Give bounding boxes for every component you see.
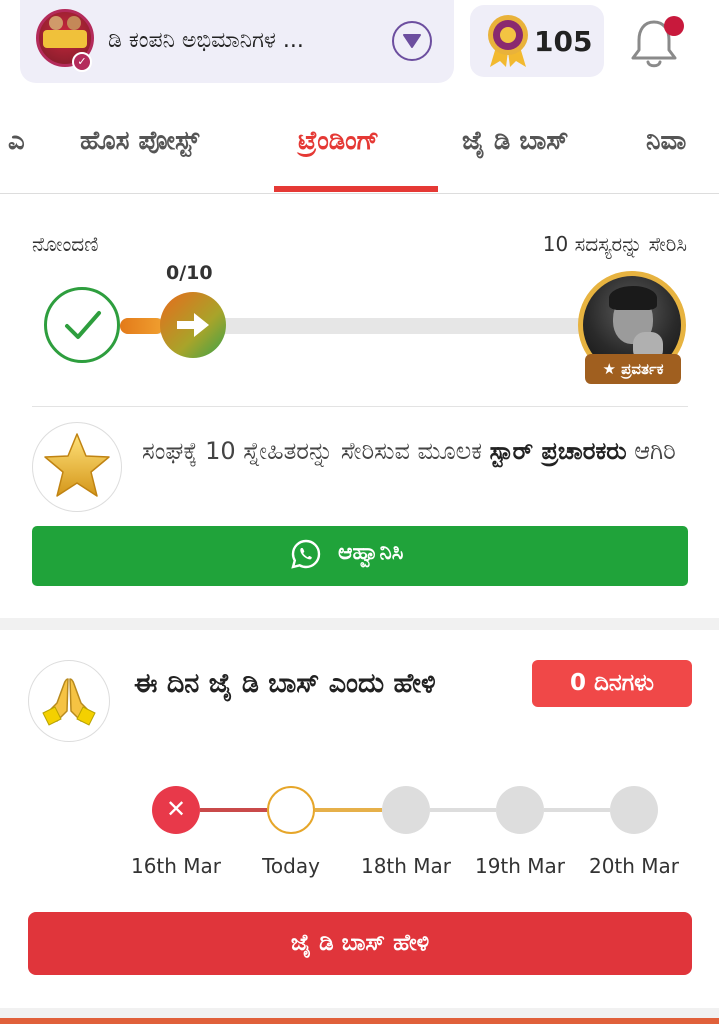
- day-node-missed: ✕: [152, 786, 200, 834]
- group-dropdown-button[interactable]: [392, 21, 432, 61]
- tab-partial-right[interactable]: ನಿವಾ: [646, 126, 686, 157]
- next-card-edge: [0, 1018, 719, 1024]
- chevron-down-icon: [403, 34, 421, 48]
- medal-icon: [488, 15, 528, 67]
- folded-hands-icon: [42, 678, 96, 726]
- star-text-part1: ಸಂಘಕ್ಕೆ 10 ಸ್ನೇಹಿತರನ್ನು ಸೇರಿಸುವ ಮೂಲಕ: [142, 437, 490, 465]
- arrow-right-icon: [177, 313, 209, 337]
- day-node-future: [610, 786, 658, 834]
- day-connector: [544, 808, 610, 812]
- day-label: 20th Mar: [588, 854, 680, 878]
- app-header: ✓ ಡಿ ಕಂಪನಿ ಅಭಿಮಾನಿಗಳ ... 105: [0, 0, 719, 100]
- referral-progress-fill: [120, 318, 164, 334]
- points-badge[interactable]: 105: [470, 5, 604, 77]
- invite-button[interactable]: ಆಹ್ವಾನಿಸಿ: [32, 526, 688, 586]
- star-text-part2: ಆಗಿರಿ: [626, 437, 676, 465]
- invite-button-label: ಆಹ್ವಾನಿಸಿ: [338, 540, 404, 565]
- tab-new-posts[interactable]: ಹೊಸ ಪೋಸ್ಟ್: [80, 126, 199, 157]
- divider: [32, 406, 688, 407]
- referral-card: ನೋಂದಣಿ 10 ಸದಸ್ಯರನ್ನು ಸೇರಿಸಿ 0/10 ★ ಪ್ರವರ…: [0, 194, 719, 618]
- day-label: 18th Mar: [360, 854, 452, 878]
- day-connector: [200, 808, 267, 812]
- day-node-future: [382, 786, 430, 834]
- promoter-badge: ★ ಪ್ರವರ್ತಕ: [585, 354, 681, 384]
- daily-card: ಈ ದಿನ ಜೈ ಡಿ ಬಾಸ್ ಎಂದು ಹೇಳಿ 0 ದಿನಗಳು ✕ 16t…: [0, 630, 719, 1008]
- verified-badge-icon: ✓: [72, 52, 92, 72]
- add-members-label: 10 ಸದಸ್ಯರನ್ನು ಸೇರಿಸಿ: [542, 232, 687, 256]
- category-tabs: ಎ ಹೊಸ ಪೋಸ್ಟ್ ಟ್ರೆಂಡಿಂಗ್ ಜೈ ಡಿ ಬಾಸ್ ನಿವಾ: [0, 100, 719, 194]
- day-label: 19th Mar: [474, 854, 566, 878]
- points-value: 105: [534, 25, 593, 58]
- day-node-future: [496, 786, 544, 834]
- check-icon: [65, 311, 101, 339]
- star-badge: [32, 422, 122, 512]
- notification-dot: [664, 16, 684, 36]
- progress-count: 0/10: [166, 262, 213, 284]
- step-registration-done: [44, 287, 120, 363]
- whatsapp-icon: [291, 539, 321, 569]
- group-name[interactable]: ಡಿ ಕಂಪನಿ ಅಭಿಮಾನಿಗಳ ...: [108, 28, 378, 53]
- day-label: Today: [262, 854, 320, 878]
- star-promoter-text: ಸಂಘಕ್ಕೆ 10 ಸ್ನೇಹಿತರನ್ನು ಸೇರಿಸುವ ಮೂಲಕ ಸ್ಟ…: [142, 432, 692, 470]
- day-connector: [430, 808, 496, 812]
- tab-jai-d-boss[interactable]: ಜೈ ಡಿ ಬಾಸ್: [462, 126, 569, 157]
- missed-x-icon: ✕: [165, 795, 187, 823]
- greeting-badge: [28, 660, 110, 742]
- notifications-button[interactable]: [628, 14, 684, 70]
- star-text-bold: ಸ್ಟಾರ್ ಪ್ರಚಾರಕರು: [489, 437, 627, 465]
- day-connector: [315, 808, 382, 812]
- step-current: [160, 292, 226, 358]
- day-label: 16th Mar: [130, 854, 222, 878]
- say-jai-d-boss-button[interactable]: ಜೈ ಡಿ ಬಾಸ್ ಹೇಳಿ: [28, 912, 692, 975]
- tab-trending[interactable]: ಟ್ರೆಂಡಿಂಗ್: [298, 126, 379, 157]
- star-icon: [44, 433, 110, 497]
- tab-partial-left[interactable]: ಎ: [8, 126, 25, 157]
- active-tab-indicator: [274, 186, 438, 192]
- days-count-badge: 0 ದಿನಗಳು: [532, 660, 692, 707]
- registration-label: ನೋಂದಣಿ: [32, 232, 99, 256]
- daily-title: ಈ ದಿನ ಜೈ ಡಿ ಬಾಸ್ ಎಂದು ಹೇಳಿ: [134, 668, 436, 699]
- group-selector[interactable]: ✓ ಡಿ ಕಂಪನಿ ಅಭಿಮಾನಿಗಳ ...: [20, 0, 454, 83]
- day-node-today: [267, 786, 315, 834]
